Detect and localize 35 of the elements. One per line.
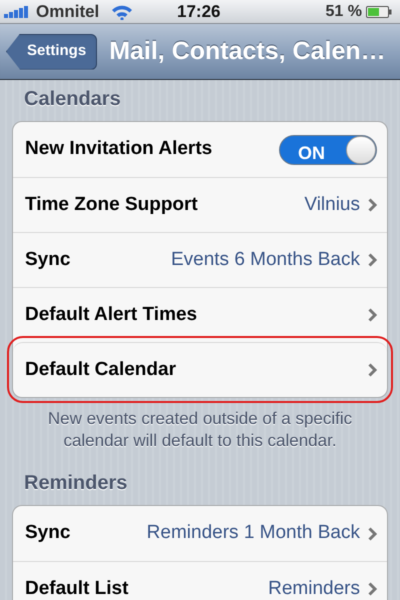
back-button[interactable]: Settings <box>6 34 98 70</box>
clock: 17:26 <box>177 0 220 23</box>
row-label: Default Alert Times <box>25 302 198 327</box>
chevron-icon <box>368 198 377 212</box>
section-footer: New events created outside of a specific calendar will default to this calendar. <box>12 398 388 464</box>
carrier-name: Omnitel <box>36 0 100 23</box>
chevron-icon <box>368 526 377 540</box>
battery-percent: 51 % <box>326 2 362 22</box>
row-value: Events 6 Months Back <box>170 248 360 272</box>
settings-row[interactable]: Sync Reminders 1 Month Back <box>13 506 387 561</box>
settings-row[interactable]: Default Alert Times <box>13 287 387 342</box>
row-label: Time Zone Support <box>25 192 198 217</box>
row-value: Reminders 1 Month Back <box>146 521 360 546</box>
row-value: Vilnius <box>304 192 360 217</box>
chevron-icon <box>368 582 377 596</box>
settings-row[interactable]: Default List Reminders <box>13 561 387 600</box>
section-header: Reminders <box>23 471 128 496</box>
row-label: New Invitation Alerts <box>25 137 212 162</box>
settings-row[interactable]: New Invitation Alerts ON <box>13 122 387 177</box>
row-value: Reminders <box>268 576 360 600</box>
settings-row[interactable]: Time Zone Support Vilnius <box>13 177 387 232</box>
toggle-switch[interactable]: ON <box>279 134 377 164</box>
battery-icon <box>366 6 392 18</box>
wifi-icon <box>111 4 134 20</box>
row-label: Default Calendar <box>25 358 176 382</box>
row-label: Sync <box>25 248 70 272</box>
section-header: Calendars <box>23 87 122 112</box>
chevron-icon <box>368 253 377 267</box>
row-label: Sync <box>25 521 70 546</box>
navigation-title: Mail, Contacts, Calen… <box>109 36 386 67</box>
row-label: Default List <box>25 576 128 600</box>
settings-row[interactable]: Default Calendar <box>13 342 387 397</box>
settings-row[interactable]: Sync Events 6 Months Back <box>13 232 387 287</box>
chevron-icon <box>368 308 377 322</box>
chevron-icon <box>368 363 377 377</box>
